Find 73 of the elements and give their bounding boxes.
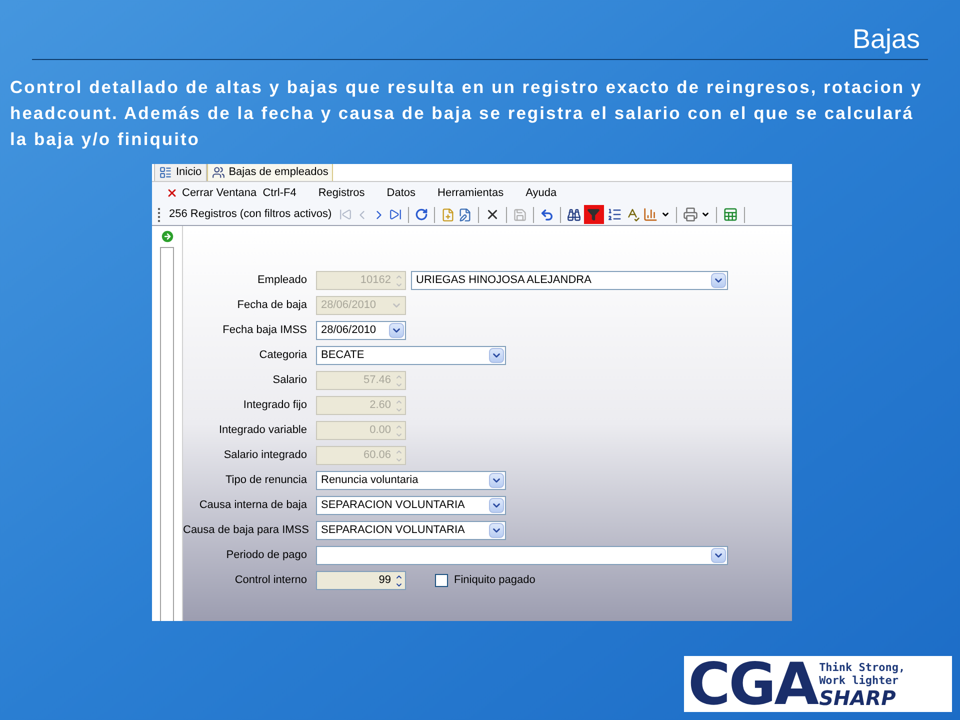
document-tab[interactable]: Bajas de empleados [206,164,334,181]
dropdown-field[interactable]: URIEGAS HINOJOSA ALEJANDRA [411,271,728,290]
binoculars-icon[interactable] [566,208,581,222]
field-value: 99 [378,573,391,588]
menu-item[interactable]: Datos [386,184,416,202]
field-value: 57.46 [363,373,391,388]
field-label: Categoria [258,348,308,364]
close-icon [166,187,178,199]
menu-item[interactable]: Herramientas [438,184,504,202]
dropdown-arrow-icon[interactable] [389,323,404,338]
field-value: 10162 [360,273,391,288]
spreadsheet-icon[interactable] [722,207,738,222]
filter-icon [587,208,600,221]
dropdown-field[interactable]: SEPARACION VOLUNTARIA [316,521,506,540]
spinner-icon[interactable] [395,572,403,588]
logo-tagline: Think Strong, [819,661,906,674]
field-label: Integrado fijo [242,398,308,414]
number-field[interactable]: 99 [316,571,406,590]
people-icon [212,166,225,179]
field-value: URIEGAS HINOJOSA ALEJANDRA [416,273,592,288]
menu-item[interactable]: Cerrar Ventana Ctrl-F4 [166,184,296,202]
field-label: Periodo de pago [225,548,308,564]
field-label: Fecha de baja [236,298,308,314]
field-label: Fecha baja IMSS [222,323,308,338]
dropdown-field[interactable] [316,546,728,565]
dropdown-field[interactable]: SEPARACION VOLUNTARIA [316,496,506,515]
date-field[interactable]: 28/06/2010 [316,321,406,340]
field-value: 28/06/2010 [321,323,376,338]
field-label: Salario [272,373,308,388]
dropdown-arrow-icon[interactable] [711,273,726,288]
field-value: SEPARACION VOLUNTARIA [321,498,465,514]
arrow-right-icon[interactable] [160,229,174,244]
menu-item[interactable]: Registros [318,184,365,202]
printer-icon[interactable] [682,207,698,222]
menu-item[interactable]: Ayuda [526,184,557,202]
field-value: 2.60 [370,398,391,414]
dropdown-arrow-icon[interactable] [489,523,504,538]
field-value: 28/06/2010 [321,298,376,314]
undo-icon[interactable] [540,208,554,222]
dropdown-field[interactable]: BECATE [316,346,506,365]
field-label: Integrado variable [218,423,308,438]
field-value: Renuncia voluntaria [321,473,418,488]
logo-brand: CGA [688,659,818,709]
slide-title: Bajas [852,26,920,53]
field-value: 60.06 [363,448,391,464]
dropdown-arrow-icon[interactable] [489,498,504,513]
bar-chart-icon[interactable] [642,207,658,222]
logo-sub: SHARP [819,687,896,709]
field-label: Empleado [256,273,308,288]
slide-description: Control detallado de altas y bajas que resulta en un registro exacto de reingresos, rotacion y headcount. Además de la fecha y causa de baja se registra el salario con el que se calculará la baja y/o finiquito [10,76,924,151]
field-label: Causa interna de baja [198,498,308,514]
edit-record-icon[interactable] [458,208,472,222]
record-count: 256 Registros (con filtros activos) [169,207,332,222]
dropdown-arrow-icon[interactable] [711,548,726,563]
window-icon [159,166,172,179]
checkbox[interactable] [435,574,448,587]
field-label: Causa de baja para IMSS [183,523,310,538]
filter-button[interactable] [584,205,604,224]
field-value: 0.00 [370,423,391,438]
field-label: Control interno [234,573,308,588]
dropdown-arrow-icon[interactable] [489,348,504,363]
field-value: BECATE [321,348,364,364]
field-label: Tipo de renuncia [224,473,308,488]
dropdown-arrow-icon[interactable] [489,473,504,488]
field-value: SEPARACION VOLUNTARIA [321,523,465,538]
refresh-icon[interactable] [414,208,428,221]
document-tab[interactable]: Inicio [154,164,207,181]
numbered-list-icon[interactable] [606,207,622,222]
last-record-icon[interactable] [388,208,402,221]
dropdown-field[interactable]: Renuncia voluntaria [316,471,506,490]
finiquito-checkbox[interactable]: Finiquito pagado [435,572,536,589]
field-label: Salario integrado [222,448,308,464]
logo-tagline: Work lighter [819,674,900,687]
